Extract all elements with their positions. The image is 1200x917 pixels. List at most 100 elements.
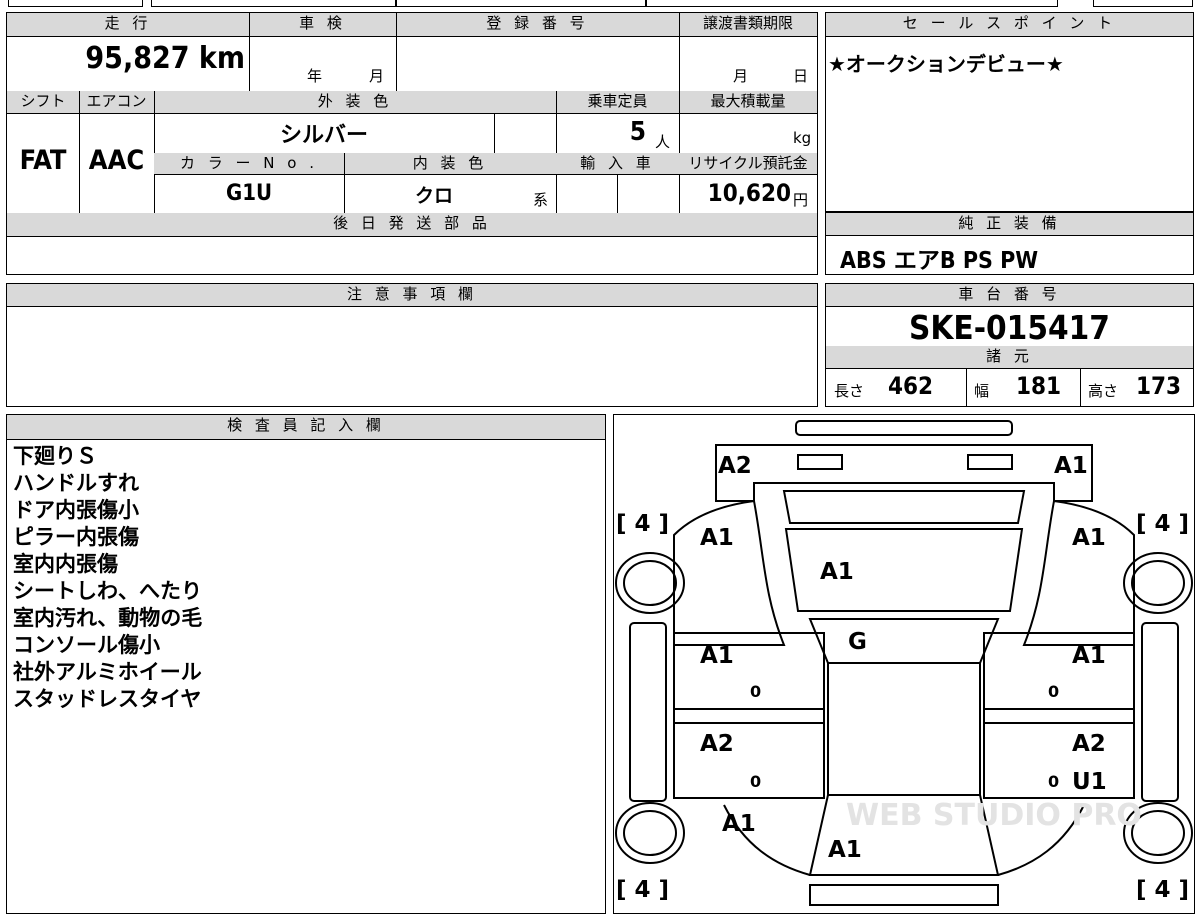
mark-roof-rear: A1 (828, 837, 862, 863)
width-value: 181 (1016, 372, 1062, 400)
roof-shape (827, 662, 981, 796)
transfer-deadline-label: 譲渡書類期限 (679, 13, 817, 36)
capacity-value: 5 (629, 117, 646, 147)
width-label: 幅 (974, 382, 990, 400)
fender-right-shape (1022, 499, 1135, 646)
front-panel-shape (715, 444, 1093, 502)
rear-door-left-shape (673, 722, 825, 799)
inspection-label: 車 検 (249, 13, 396, 36)
interior-color-value: クロ (414, 185, 453, 207)
inspector-line: 社外アルミホイール (13, 660, 202, 684)
shift-label: シフト (7, 91, 79, 113)
recycle-label: リサイクル預託金 (679, 153, 817, 174)
tire-rear-left: [ 4 ] (616, 877, 669, 903)
sill-left-shape (629, 622, 667, 802)
inspection-month: 月 (369, 67, 385, 85)
mark-rear-door-right-2: U1 (1072, 769, 1107, 795)
mark-sill-rl: 0 (750, 772, 761, 791)
inspector-line: ピラー内張傷 (13, 525, 139, 549)
front-bumper-shape (795, 420, 1013, 436)
mark-hood: A1 (820, 559, 854, 585)
height-label: 高さ (1088, 382, 1119, 400)
mark-windshield: G (848, 629, 867, 655)
headlight-right (967, 454, 1013, 470)
mark-front-right: A1 (1054, 453, 1088, 479)
mark-fender-right: A1 (1072, 525, 1106, 551)
recycle-unit: 円 (793, 191, 809, 209)
sales-point-box: セ ー ル ス ポ イ ン ト ★オークションデビュー★ (825, 12, 1194, 212)
transfer-day: 日 (793, 67, 809, 85)
sales-point-label: セ ー ル ス ポ イ ン ト (826, 13, 1193, 36)
inspector-line: 室内汚れ、動物の毛 (13, 606, 203, 630)
grille-shape (782, 490, 1026, 524)
color-no-value: G1U (225, 181, 273, 206)
top-strip (8, 0, 1193, 7)
notes-label: 注 意 事 項 欄 (7, 284, 817, 306)
windshield-shape (808, 618, 1000, 664)
mileage-value: 95,827 km (85, 41, 245, 76)
interior-color-suffix: 系 (533, 191, 549, 209)
mark-sill-rr: 0 (1048, 772, 1059, 791)
headlight-left (797, 454, 843, 470)
genuine-equipment-label: 純 正 装 備 (826, 213, 1193, 235)
mark-quarter-left: A1 (722, 811, 756, 837)
sales-point-text: ★オークションデビュー★ (828, 52, 1064, 76)
inspector-lines: 下廻りＳ ハンドルすれ ドア内張傷小 ピラー内張傷 室内内張傷シートしわ、へたり 室内汚れ… (13, 443, 202, 713)
sill-right-shape (1141, 622, 1179, 802)
car-diagram: A2 A1 A1 A1 A1 G A1 A1 A2 A2 U1 A1 A1 0 … (613, 414, 1195, 914)
recycle-value: 10,620 (707, 179, 791, 207)
mark-rear-door-left: A2 (700, 731, 734, 757)
inspector-line: コンソール傷小 (13, 633, 160, 657)
capacity-unit: 人 (655, 133, 671, 151)
inspector-line: スタッドレスタイヤ (13, 687, 202, 711)
inspector-line: ドア内張傷小 (13, 498, 139, 522)
aircon-value: AAC (88, 145, 145, 176)
inspector-line: ハンドルすれ (13, 471, 139, 495)
inspector-label: 検 査 員 記 入 欄 (7, 415, 605, 439)
vehicle-info-table: 走 行 車 検 登 録 番 号 譲渡書類期限 95,827 km 年 月 月 日… (6, 12, 818, 275)
height-value: 173 (1136, 372, 1182, 400)
import-label: 輸 入 車 (556, 153, 679, 174)
watermark: WEB STUDIO PRO (846, 798, 1142, 833)
length-label: 長さ (834, 382, 865, 400)
mark-sill-fr: 0 (1048, 682, 1059, 701)
inspection-year: 年 (307, 67, 323, 85)
length-value: 462 (888, 372, 934, 400)
mark-front-door-left: A1 (700, 643, 734, 669)
specs-label: 諸 元 (826, 346, 1193, 368)
tire-rear-right: [ 4 ] (1136, 877, 1189, 903)
mark-front-left: A2 (718, 453, 752, 479)
inspector-box: 検 査 員 記 入 欄 下廻りＳ ハンドルすれ ドア内張傷小 ピラー内張傷 室内内張傷シ… (6, 414, 606, 914)
max-load-label: 最大積載量 (679, 91, 817, 113)
inspector-line: 下廻りＳ (13, 444, 97, 468)
registration-label: 登 録 番 号 (396, 13, 679, 36)
tire-front-right: [ 4 ] (1136, 511, 1189, 537)
rear-bumper-shape (809, 884, 999, 906)
mark-front-door-right: A1 (1072, 643, 1106, 669)
chassis-label: 車 台 番 号 (826, 284, 1193, 306)
genuine-equipment-box: 純 正 装 備 ABS エアB PS PW (825, 212, 1194, 275)
exterior-color-value: シルバー (279, 123, 368, 148)
genuine-equipment-text: ABS エアB PS PW (840, 248, 1039, 274)
inspector-line: シートしわ、へたり (13, 579, 202, 603)
exterior-color-label: 外 装 色 (154, 91, 556, 113)
max-load-unit: kg (793, 129, 812, 147)
notes-box: 注 意 事 項 欄 (6, 283, 818, 407)
chassis-box: 車 台 番 号 SKE-015417 諸 元 長さ 462 幅 181 高さ 1… (825, 283, 1194, 407)
mark-rear-door-right: A2 (1072, 731, 1106, 757)
mileage-label: 走 行 (7, 13, 249, 36)
car-diagram-svg: A2 A1 A1 A1 A1 G A1 A1 A2 A2 U1 A1 A1 0 … (615, 420, 1193, 906)
later-parts-label: 後 日 発 送 部 品 (7, 213, 817, 236)
shift-value: FAT (19, 145, 67, 176)
capacity-label: 乗車定員 (556, 91, 679, 113)
mark-sill-fl: 0 (750, 682, 761, 701)
inspector-line: 室内内張傷 (13, 552, 118, 576)
mark-fender-left: A1 (700, 525, 734, 551)
fender-left-shape (673, 499, 786, 646)
aircon-label: エアコン (79, 91, 154, 113)
transfer-month: 月 (733, 67, 749, 85)
interior-color-label: 内 装 色 (344, 153, 556, 174)
tire-front-left: [ 4 ] (616, 511, 669, 537)
chassis-value: SKE-015417 (909, 308, 1110, 347)
color-no-label: カ ラ ー N o . (154, 153, 344, 174)
